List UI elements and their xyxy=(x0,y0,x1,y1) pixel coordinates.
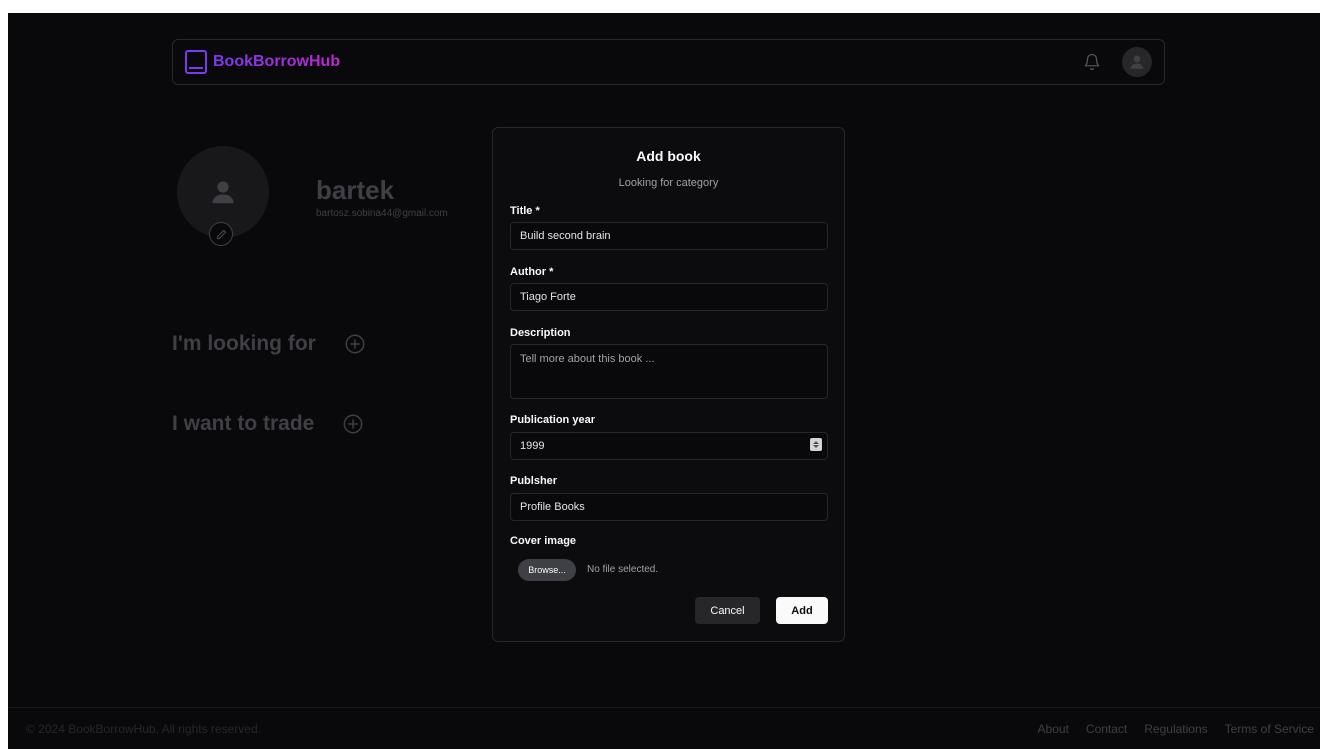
plus-circle-icon[interactable] xyxy=(342,413,364,435)
section-title: I'm looking for xyxy=(172,332,316,355)
footer: © 2024 BookBorrowHub. All rights reserve… xyxy=(8,707,1320,749)
dialog-title: Add book xyxy=(636,148,701,164)
stepper-up-icon[interactable] xyxy=(813,441,819,444)
footer-link-regulations[interactable]: Regulations xyxy=(1144,722,1207,736)
footer-link-terms[interactable]: Terms of Service xyxy=(1225,722,1314,736)
footer-links: About Contact Regulations Terms of Servi… xyxy=(1038,722,1314,736)
section-title: I want to trade xyxy=(172,412,315,435)
profile-name: bartek xyxy=(316,175,395,205)
title-label: Title * xyxy=(510,205,540,217)
title-input[interactable] xyxy=(510,222,828,250)
publication-year-label: Publication year xyxy=(510,414,595,426)
user-icon xyxy=(212,181,234,204)
browse-file-button[interactable]: Browse... xyxy=(518,559,576,581)
author-label: Author * xyxy=(510,266,554,278)
publication-year-input[interactable] xyxy=(510,432,828,460)
footer-link-contact[interactable]: Contact xyxy=(1086,722,1127,736)
header-actions xyxy=(1082,47,1152,77)
app-root: BookBorrowHub bartek bartosz.sobina44@gm… xyxy=(8,13,1320,749)
user-icon xyxy=(1130,55,1144,69)
stepper-down-icon[interactable] xyxy=(813,445,819,448)
description-label: Description xyxy=(510,327,571,339)
plus-circle-icon[interactable] xyxy=(344,333,366,355)
looking-for-section: I'm looking for xyxy=(172,332,366,356)
profile-email: bartosz.sobina44@gmail.com xyxy=(316,208,448,219)
pencil-icon xyxy=(216,229,226,239)
description-textarea[interactable] xyxy=(510,344,828,399)
footer-link-about[interactable]: About xyxy=(1038,722,1069,736)
bell-icon[interactable] xyxy=(1082,52,1102,72)
book-icon xyxy=(185,50,207,74)
add-button[interactable]: Add xyxy=(776,597,828,624)
year-stepper[interactable] xyxy=(810,438,822,451)
publisher-label: Publsher xyxy=(510,475,558,487)
copyright: © 2024 BookBorrowHub. All rights reserve… xyxy=(26,721,261,736)
cancel-button[interactable]: Cancel xyxy=(695,597,760,624)
want-to-trade-section: I want to trade xyxy=(172,412,364,436)
brand[interactable]: BookBorrowHub xyxy=(185,50,340,74)
dialog-subtitle: Looking for category xyxy=(618,177,719,189)
file-status: No file selected. xyxy=(587,564,659,575)
edit-avatar-button[interactable] xyxy=(209,222,233,246)
cover-image-label: Cover image xyxy=(510,535,577,547)
add-book-dialog: Add book Looking for category Title * Au… xyxy=(492,127,845,642)
publisher-input[interactable] xyxy=(510,493,828,521)
brand-name: BookBorrowHub xyxy=(213,53,341,70)
top-navbar: BookBorrowHub xyxy=(172,39,1165,85)
author-input[interactable] xyxy=(510,283,828,311)
user-avatar[interactable] xyxy=(1122,47,1152,77)
